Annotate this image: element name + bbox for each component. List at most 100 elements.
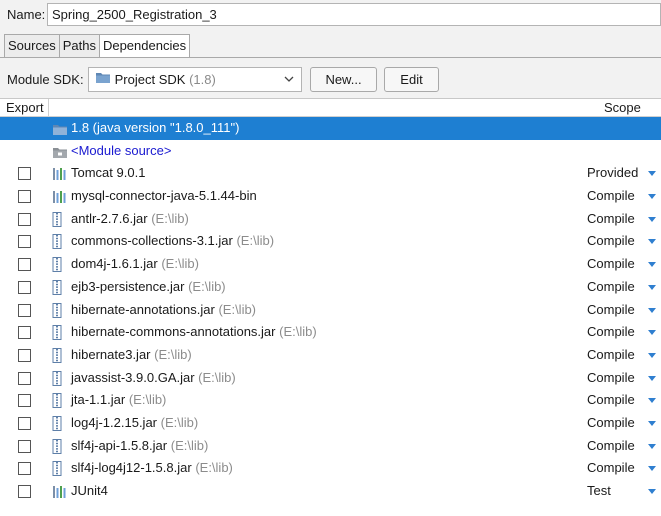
dependency-name: hibernate-commons-annotations.jar (E:\li…: [71, 321, 317, 343]
edit-sdk-button[interactable]: Edit: [384, 67, 439, 92]
table-row[interactable]: mysql-connector-java-5.1.44-bin Compile: [0, 185, 661, 208]
scope-dropdown-icon[interactable]: [648, 420, 656, 426]
sdk-selected-value: Project SDK: [114, 72, 186, 87]
scope-dropdown-icon[interactable]: [648, 443, 656, 449]
export-checkbox[interactable]: [18, 326, 31, 340]
scope-value[interactable]: Compile: [587, 412, 635, 434]
export-checkbox[interactable]: [18, 258, 31, 272]
module-sdk-dropdown[interactable]: Project SDK (1.8): [88, 67, 302, 92]
table-row[interactable]: log4j-1.2.15.jar (E:\lib) Compile: [0, 412, 661, 435]
table-row[interactable]: ejb3-persistence.jar (E:\lib) Compile: [0, 276, 661, 299]
sdk-folder-icon: [95, 68, 111, 91]
dependency-path: (E:\lib): [160, 414, 199, 430]
tab-divider: [0, 57, 661, 58]
scope-value[interactable]: Provided: [587, 162, 638, 184]
scope-value[interactable]: Compile: [587, 276, 635, 298]
scope-dropdown-icon[interactable]: [648, 307, 656, 313]
library-icon: [52, 484, 68, 506]
table-row[interactable]: dom4j-1.6.1.jar (E:\lib) Compile: [0, 253, 661, 276]
export-checkbox[interactable]: [18, 371, 31, 385]
scope-dropdown-icon[interactable]: [648, 352, 656, 358]
dependency-name: commons-collections-3.1.jar (E:\lib): [71, 230, 274, 252]
table-body: 1.8 (java version "1.8.0_111") <Module so…: [0, 117, 661, 503]
scope-column-header[interactable]: Scope: [604, 99, 641, 116]
scope-value[interactable]: Compile: [587, 457, 635, 479]
name-input[interactable]: Spring_2500_Registration_3: [47, 3, 661, 26]
export-checkbox[interactable]: [18, 348, 31, 362]
dependency-label: Tomcat 9.0.1: [71, 165, 146, 181]
tab-dependencies[interactable]: Dependencies: [98, 34, 191, 58]
dependency-name: slf4j-log4j12-1.5.8.jar (E:\lib): [71, 457, 233, 479]
scope-dropdown-icon[interactable]: [648, 262, 656, 268]
dependency-name: 1.8 (java version "1.8.0_111"): [71, 117, 239, 139]
export-checkbox[interactable]: [18, 280, 31, 294]
scope-dropdown-icon[interactable]: [648, 171, 656, 177]
scope-value[interactable]: Compile: [587, 367, 635, 389]
table-row[interactable]: antlr-2.7.6.jar (E:\lib) Compile: [0, 208, 661, 231]
export-checkbox[interactable]: [18, 416, 31, 430]
table-row[interactable]: commons-collections-3.1.jar (E:\lib) Comp…: [0, 230, 661, 253]
export-checkbox[interactable]: [18, 439, 31, 453]
scope-value[interactable]: Compile: [587, 208, 635, 230]
export-checkbox[interactable]: [18, 462, 31, 476]
export-checkbox[interactable]: [18, 167, 31, 181]
dependency-label: slf4j-api-1.5.8.jar: [71, 437, 168, 453]
scope-value[interactable]: Compile: [587, 230, 635, 252]
table-row[interactable]: hibernate-commons-annotations.jar (E:\li…: [0, 321, 661, 344]
scope-dropdown-icon[interactable]: [648, 466, 656, 472]
new-sdk-button[interactable]: New...: [310, 67, 377, 92]
export-checkbox[interactable]: [18, 212, 31, 226]
table-row[interactable]: 1.8 (java version "1.8.0_111"): [0, 117, 661, 140]
scope-dropdown-icon[interactable]: [648, 330, 656, 336]
dependency-path: (E:\lib): [218, 301, 257, 317]
scope-dropdown-icon[interactable]: [648, 489, 656, 494]
scope-dropdown-icon[interactable]: [648, 375, 656, 381]
scope-value[interactable]: Compile: [587, 299, 635, 321]
export-checkbox[interactable]: [18, 235, 31, 249]
scope-dropdown-icon[interactable]: [648, 194, 656, 200]
table-row[interactable]: hibernate-annotations.jar (E:\lib) Compil…: [0, 299, 661, 322]
dependency-name: ejb3-persistence.jar (E:\lib): [71, 276, 226, 298]
dependency-name: hibernate-annotations.jar (E:\lib): [71, 299, 256, 321]
table-row[interactable]: slf4j-api-1.5.8.jar (E:\lib) Compile: [0, 435, 661, 458]
dependency-path: (E:\lib): [161, 256, 199, 272]
scope-value[interactable]: Compile: [587, 321, 635, 343]
table-header: Export Scope: [0, 99, 661, 117]
scope-value[interactable]: Compile: [587, 389, 635, 411]
scope-value[interactable]: Compile: [587, 253, 635, 275]
name-row: Name: Spring_2500_Registration_3: [0, 0, 661, 30]
scope-value[interactable]: Compile: [587, 344, 635, 366]
tab-paths[interactable]: Paths: [58, 34, 100, 58]
export-checkbox[interactable]: [18, 190, 31, 204]
scope-value[interactable]: Test: [587, 480, 611, 502]
dependency-path: (E:\lib): [151, 210, 189, 226]
table-row[interactable]: slf4j-log4j12-1.5.8.jar (E:\lib) Compile: [0, 457, 661, 480]
dependency-path: (E:\lib): [188, 278, 226, 294]
table-row[interactable]: Tomcat 9.0.1 Provided: [0, 162, 661, 185]
dependency-label: jta-1.1.jar: [71, 392, 126, 408]
table-row[interactable]: hibernate3.jar (E:\lib) Compile: [0, 344, 661, 367]
export-checkbox[interactable]: [18, 394, 31, 408]
scope-dropdown-icon[interactable]: [648, 398, 656, 404]
export-checkbox[interactable]: [18, 303, 31, 317]
scope-dropdown-icon[interactable]: [648, 216, 656, 222]
export-column-header[interactable]: Export: [6, 99, 44, 116]
dependency-label: hibernate3.jar: [71, 346, 151, 362]
scope-dropdown-icon[interactable]: [648, 239, 656, 245]
scope-value[interactable]: Compile: [587, 435, 635, 457]
dependency-path: (E:\lib): [154, 346, 192, 362]
name-label: Name:: [7, 7, 46, 22]
table-row[interactable]: <Module source>: [0, 140, 661, 163]
table-row[interactable]: javassist-3.9.0.GA.jar (E:\lib) Compile: [0, 367, 661, 390]
export-checkbox[interactable]: [18, 485, 31, 498]
scope-value[interactable]: Compile: [587, 185, 635, 207]
tab-sources[interactable]: Sources: [4, 34, 60, 58]
scope-dropdown-icon[interactable]: [648, 284, 656, 290]
table-row[interactable]: jta-1.1.jar (E:\lib) Compile: [0, 389, 661, 412]
dependency-label: slf4j-log4j12-1.5.8.jar: [71, 460, 192, 476]
dependency-name: Tomcat 9.0.1: [71, 162, 145, 184]
dependency-name: dom4j-1.6.1.jar (E:\lib): [71, 253, 199, 275]
table-row[interactable]: JUnit4 Test: [0, 480, 661, 503]
dependencies-table: Export Scope 1.8 (java version "1.8.0_11…: [0, 98, 661, 516]
dependency-name: log4j-1.2.15.jar (E:\lib): [71, 412, 198, 434]
